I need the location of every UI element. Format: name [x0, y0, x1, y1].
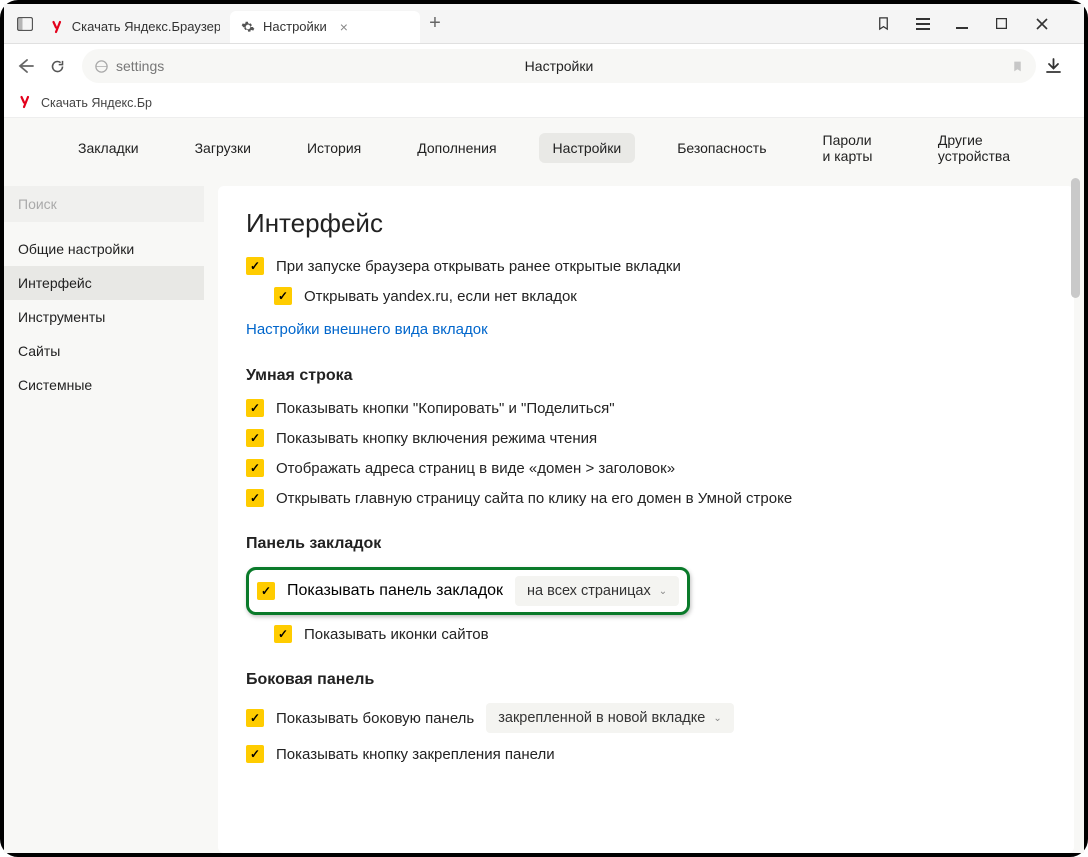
gear-icon: [240, 19, 256, 35]
smart-address-box[interactable]: settings Настройки: [82, 49, 1036, 83]
topnav-devices[interactable]: Другие устройства: [924, 125, 1024, 171]
checkbox-checked-icon[interactable]: ✓: [274, 287, 292, 305]
option-label: Показывать боковую панель: [276, 710, 474, 727]
tab-yandex-download[interactable]: Скачать Яндекс.Браузер д: [40, 11, 230, 43]
checkbox-checked-icon[interactable]: ✓: [257, 582, 275, 600]
subsection-bookmarks-bar: Панель закладок: [246, 535, 1046, 553]
address-bar: settings Настройки: [4, 44, 1084, 88]
topnav-security[interactable]: Безопасность: [663, 133, 780, 163]
settings-top-nav: Закладки Загрузки История Дополнения Нас…: [4, 118, 1084, 178]
select-value: на всех страницах: [527, 583, 651, 599]
topnav-downloads[interactable]: Загрузки: [181, 133, 265, 163]
yandex-favicon-icon: [18, 95, 34, 111]
checkbox-checked-icon[interactable]: ✓: [246, 709, 264, 727]
address-url: settings: [116, 58, 164, 74]
chevron-down-icon: ⌄: [713, 713, 721, 724]
option-label: Показывать кнопку включения режима чтени…: [276, 430, 597, 447]
option-label: Показывать панель закладок: [287, 582, 503, 600]
option-label: При запуске браузера открывать ранее отк…: [276, 258, 681, 275]
bookmark-menu-icon[interactable]: [876, 16, 916, 31]
settings-content: Интерфейс ✓ При запуске браузера открыва…: [218, 186, 1074, 853]
tab-close-icon[interactable]: ×: [340, 19, 354, 35]
checkbox-checked-icon[interactable]: ✓: [274, 625, 292, 643]
option-domain-title[interactable]: ✓ Отображать адреса страниц в виде «доме…: [246, 459, 1046, 477]
option-label: Показывать кнопку закрепления панели: [276, 746, 555, 763]
topnav-settings[interactable]: Настройки: [539, 133, 636, 163]
checkbox-checked-icon[interactable]: ✓: [246, 489, 264, 507]
yandex-favicon-icon: [50, 19, 65, 35]
settings-search-input[interactable]: Поиск: [4, 186, 204, 222]
subsection-smartbar: Умная строка: [246, 367, 1046, 385]
option-copy-share[interactable]: ✓ Показывать кнопки "Копировать" и "Поде…: [246, 399, 1046, 417]
sidepanel-mode-select[interactable]: закрепленной в новой вкладке ⌄: [486, 703, 733, 733]
bookmarks-bar-select[interactable]: на всех страницах ⌄: [515, 576, 679, 606]
sidebar-item-interface[interactable]: Интерфейс: [4, 266, 204, 300]
tab-settings[interactable]: Настройки ×: [230, 11, 420, 43]
bookmarks-bar: Скачать Яндекс.Бр: [4, 88, 1084, 118]
section-title: Интерфейс: [246, 208, 1046, 239]
back-button[interactable]: [18, 59, 40, 73]
checkbox-checked-icon[interactable]: ✓: [246, 459, 264, 477]
topnav-bookmarks[interactable]: Закладки: [64, 133, 153, 163]
window-minimize-icon[interactable]: [956, 18, 996, 30]
new-tab-button[interactable]: +: [420, 12, 450, 35]
topnav-passwords[interactable]: Пароли и карты: [809, 125, 896, 171]
subsection-side-panel: Боковая панель: [246, 671, 1046, 689]
titlebar: Скачать Яндекс.Браузер д Настройки × +: [4, 4, 1084, 44]
option-pin-button[interactable]: ✓ Показывать кнопку закрепления панели: [246, 745, 1046, 763]
checkbox-checked-icon[interactable]: ✓: [246, 429, 264, 447]
checkbox-checked-icon[interactable]: ✓: [246, 745, 264, 763]
address-title: Настройки: [525, 58, 594, 74]
scrollbar-thumb[interactable]: [1071, 178, 1080, 298]
sidebar-item-general[interactable]: Общие настройки: [4, 232, 204, 266]
checkbox-checked-icon[interactable]: ✓: [246, 257, 264, 275]
download-button[interactable]: [1046, 58, 1070, 74]
sidebar-item-system[interactable]: Системные: [4, 368, 204, 402]
menu-icon[interactable]: [916, 18, 956, 30]
option-restore-tabs[interactable]: ✓ При запуске браузера открывать ранее о…: [246, 257, 1046, 275]
option-label: Показывать иконки сайтов: [304, 626, 489, 643]
option-show-favicons[interactable]: ✓ Показывать иконки сайтов: [274, 625, 1046, 643]
reload-button[interactable]: [50, 59, 72, 74]
window-close-icon[interactable]: [1036, 18, 1076, 30]
settings-main: Поиск Общие настройки Интерфейс Инструме…: [4, 178, 1084, 853]
checkbox-checked-icon[interactable]: ✓: [246, 399, 264, 417]
sidebar-item-sites[interactable]: Сайты: [4, 334, 204, 368]
topnav-addons[interactable]: Дополнения: [403, 133, 510, 163]
option-open-yandex[interactable]: ✓ Открывать yandex.ru, если нет вкладок: [274, 287, 1046, 305]
option-label: Открывать главную страницу сайта по клик…: [276, 490, 792, 507]
highlighted-option: ✓ Показывать панель закладок на всех стр…: [246, 567, 690, 615]
select-value: закрепленной в новой вкладке: [498, 710, 705, 726]
bookmark-item[interactable]: Скачать Яндекс.Бр: [41, 96, 152, 110]
option-show-sidepanel[interactable]: ✓ Показывать боковую панель закрепленной…: [246, 703, 1046, 733]
sidebar-toggle-icon[interactable]: [10, 9, 40, 39]
option-domain-click[interactable]: ✓ Открывать главную страницу сайта по кл…: [246, 489, 1046, 507]
window-maximize-icon[interactable]: [996, 18, 1036, 29]
site-info-icon[interactable]: [94, 59, 114, 74]
tab-label: Настройки: [263, 19, 327, 34]
tab-label: Скачать Яндекс.Браузер д: [72, 19, 220, 34]
topnav-history[interactable]: История: [293, 133, 375, 163]
chevron-down-icon: ⌄: [659, 586, 667, 597]
sidebar-item-tools[interactable]: Инструменты: [4, 300, 204, 334]
option-label: Отображать адреса страниц в виде «домен …: [276, 460, 675, 477]
bookmark-icon[interactable]: [1011, 59, 1024, 74]
option-label: Показывать кнопки "Копировать" и "Подели…: [276, 400, 615, 417]
tab-appearance-link[interactable]: Настройки внешнего вида вкладок: [246, 321, 488, 338]
settings-sidebar: Поиск Общие настройки Интерфейс Инструме…: [4, 178, 204, 853]
option-label: Открывать yandex.ru, если нет вкладок: [304, 288, 577, 305]
option-reader-mode[interactable]: ✓ Показывать кнопку включения режима чте…: [246, 429, 1046, 447]
